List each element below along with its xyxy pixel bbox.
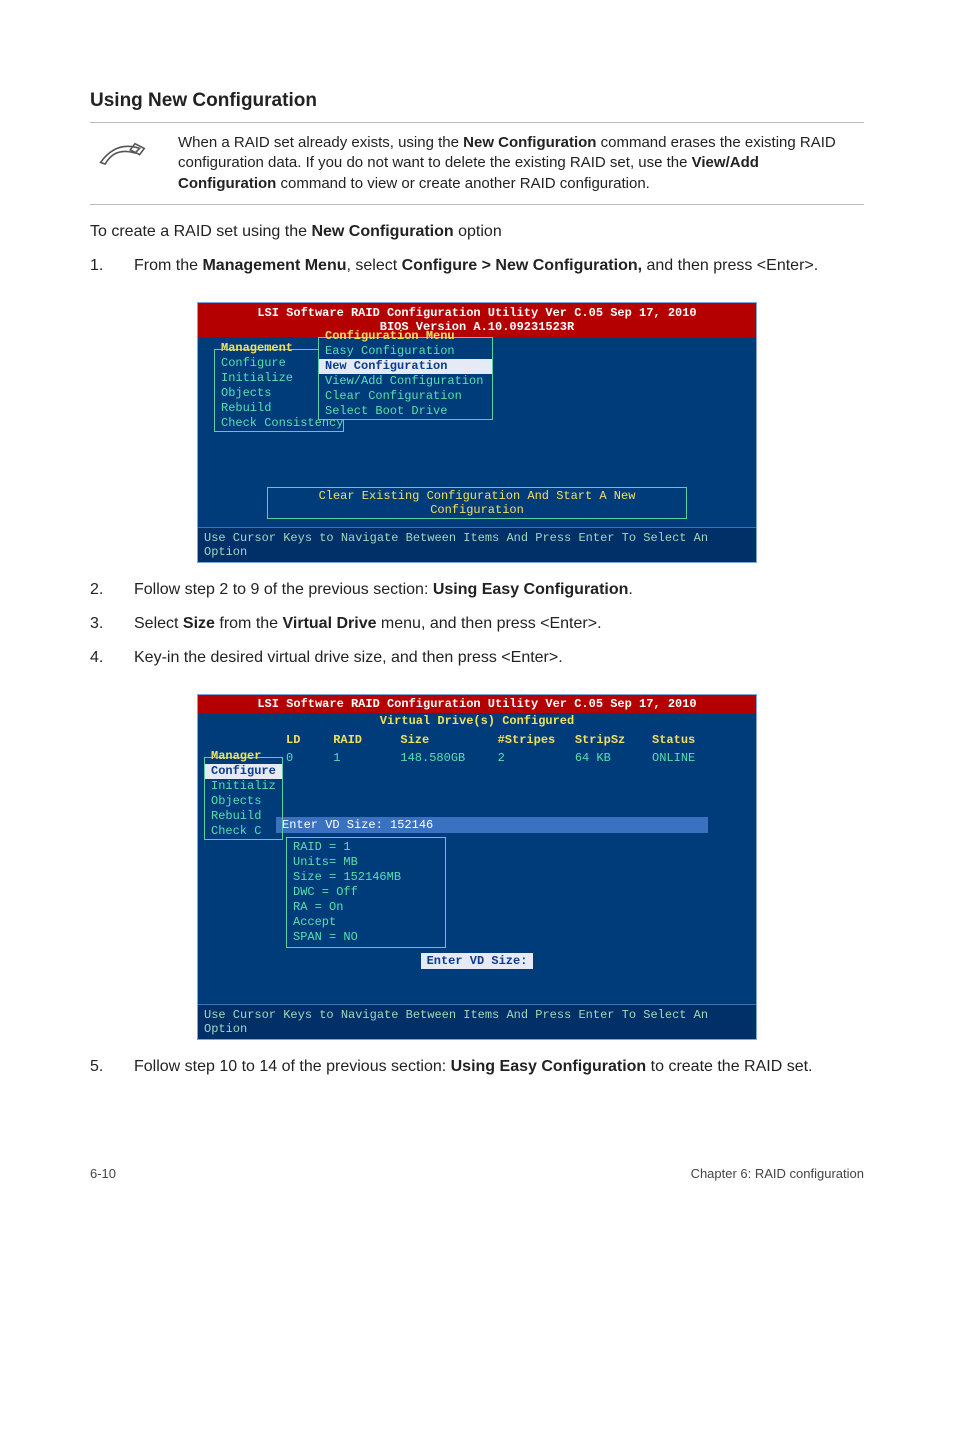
bios2-side-item: Configure xyxy=(205,764,282,779)
step-list-1: 1.From the Management Menu, select Confi… xyxy=(90,255,864,283)
bios2-col-status: Status xyxy=(652,733,722,747)
bios2-settings-panel: RAID = 1Units= MBSize = 152146MBDWC = Of… xyxy=(286,837,446,948)
step-list-2: 2.Follow step 2 to 9 of the previous sec… xyxy=(90,579,864,674)
bios2-row-stripes: 2 xyxy=(498,751,568,765)
note-block: When a RAID set already exists, using th… xyxy=(90,122,864,205)
step-list-3: 5.Follow step 10 to 14 of the previous s… xyxy=(90,1056,864,1084)
bios1-cfg-label: Configuration Menu xyxy=(325,329,455,343)
bios2-side-item: Check C xyxy=(205,824,282,839)
bios2-footer: Use Cursor Keys to Navigate Between Item… xyxy=(204,1008,708,1036)
footer-left: 6-10 xyxy=(90,1166,116,1181)
bios1-title1: LSI Software RAID Configuration Utility … xyxy=(257,306,696,320)
bios2-title2: Virtual Drive(s) Configured xyxy=(380,714,574,728)
bios2-side-item: Objects xyxy=(205,794,282,809)
footer-right: Chapter 6: RAID configuration xyxy=(691,1166,864,1181)
bios2-row-size: 148.580GB xyxy=(400,751,490,765)
bios2-col-stripes: #Stripes xyxy=(498,733,568,747)
bios2-col-ld: LD xyxy=(286,733,326,747)
bios2-side-menu: Manager Configure Initializ Objects Rebu… xyxy=(204,757,283,840)
bios2-row-raid: 1 xyxy=(333,751,393,765)
bios2-side-item: Rebuild xyxy=(205,809,282,824)
bios-screenshot-2: LSI Software RAID Configuration Utility … xyxy=(197,694,757,1040)
list-item: 4.Key-in the desired virtual drive size,… xyxy=(90,647,864,675)
bios2-row-status: ONLINE xyxy=(652,751,722,765)
bios2-row-ld: 0 xyxy=(286,751,326,765)
list-item: 1.From the Management Menu, select Confi… xyxy=(90,255,864,283)
bios2-col-stripsz: StripSz xyxy=(575,733,645,747)
bios2-col-size: Size xyxy=(400,733,490,747)
bios1-mgmt-label: Management xyxy=(221,341,293,355)
bios1-config-menu: Configuration Menu Easy ConfigurationNew… xyxy=(318,337,493,420)
lead-paragraph: To create a RAID set using the New Confi… xyxy=(90,223,864,241)
bios2-row-stripsz: 64 KB xyxy=(575,751,645,765)
list-item: 2.Follow step 2 to 9 of the previous sec… xyxy=(90,579,864,607)
bios2-side-item: Manager xyxy=(205,749,282,764)
bios1-cfg-items: Easy ConfigurationNew ConfigurationView/… xyxy=(319,344,492,419)
note-text: When a RAID set already exists, using th… xyxy=(178,133,860,194)
list-item: 3.Select Size from the Virtual Drive men… xyxy=(90,613,864,641)
bios2-input-line: Enter VD Size: 152146 xyxy=(276,817,708,833)
bios1-status: Clear Existing Configuration And Start A… xyxy=(267,487,687,519)
bios2-prompt: Enter VD Size: xyxy=(206,954,748,968)
section-heading: Using New Configuration xyxy=(90,90,864,112)
bios1-footer: Use Cursor Keys to Navigate Between Item… xyxy=(204,531,708,559)
bios2-side-item: Initializ xyxy=(205,779,282,794)
note-pencil-icon xyxy=(94,133,154,194)
page-footer: 6-10 Chapter 6: RAID configuration xyxy=(0,1144,954,1207)
bios2-col-raid: RAID xyxy=(333,733,393,747)
bios-screenshot-1: LSI Software RAID Configuration Utility … xyxy=(197,302,757,563)
list-item: 5.Follow step 10 to 14 of the previous s… xyxy=(90,1056,864,1084)
bios2-title1: LSI Software RAID Configuration Utility … xyxy=(257,697,696,711)
